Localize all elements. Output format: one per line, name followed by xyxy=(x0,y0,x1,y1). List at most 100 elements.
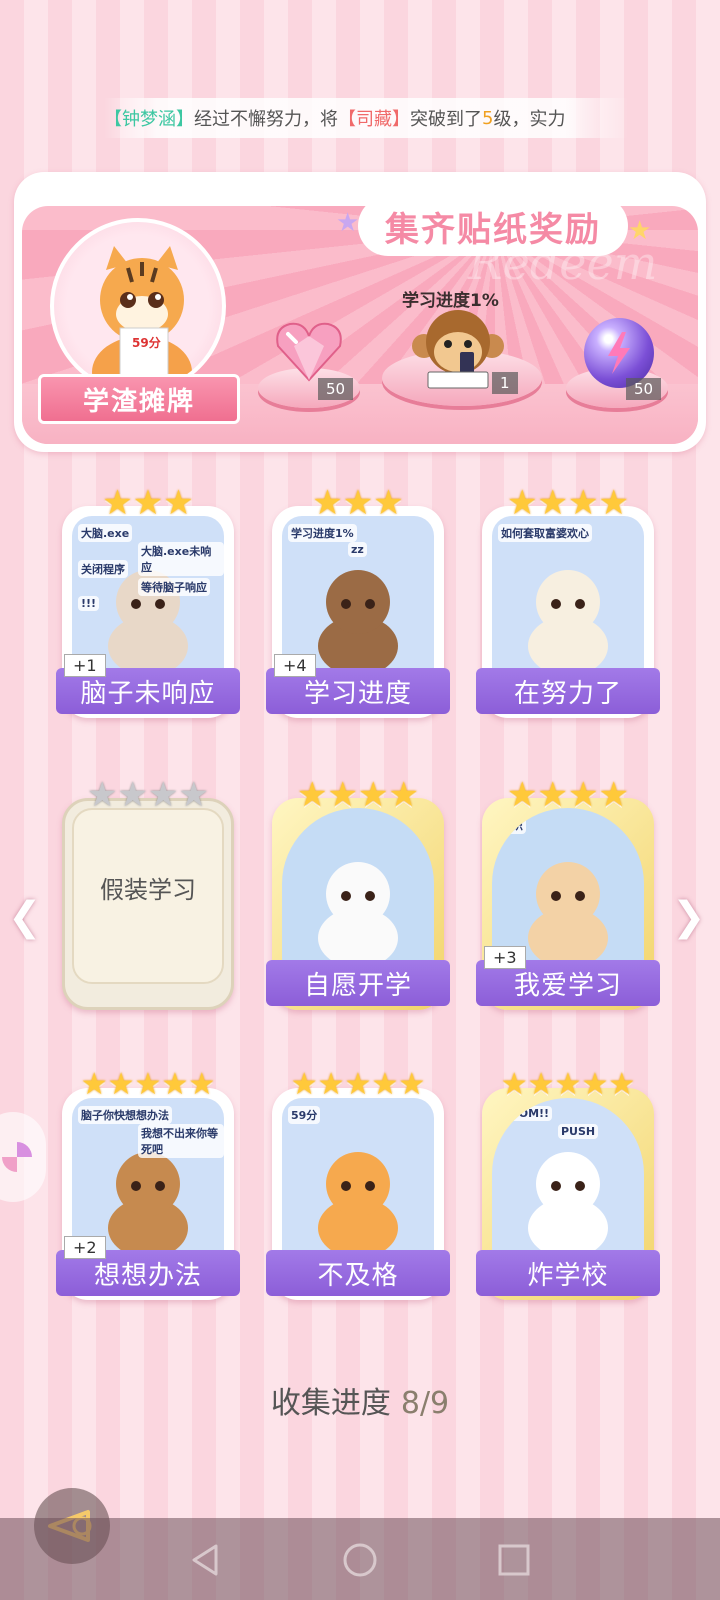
star-icon: ★ xyxy=(178,775,209,815)
star-icon: ★ xyxy=(598,483,629,523)
reward-count: 1 xyxy=(492,372,518,394)
sticker-card[interactable]: 如何套取富婆欢心 在努力了 ★ ★ ★ ★ xyxy=(476,482,660,718)
star-rating: ★ ★ ★ ★ ★ xyxy=(272,1064,444,1102)
duplicate-count-badge: +1 xyxy=(64,654,106,677)
star-icon: ★ xyxy=(297,775,328,815)
star-icon: ★ xyxy=(290,1067,318,1102)
star-icon: ★ xyxy=(188,1067,216,1102)
star-icon: ★ xyxy=(317,1067,345,1102)
sticker-art-text: 等待脑子响应 xyxy=(138,578,210,596)
nav-recent-apps-icon[interactable] xyxy=(494,1540,534,1580)
ticker-bracket: 】 xyxy=(392,109,410,130)
star-icon: ★ xyxy=(342,483,374,523)
sticker-card[interactable]: 大脑.exe 大脑.exe未响应 关闭程序 等待脑子响应!!! 脑子未响应 ★ ★ ★ +1 xyxy=(56,482,240,718)
star-icon: ★ xyxy=(398,1067,426,1102)
collection-progress-value: 8/9 xyxy=(400,1386,450,1421)
next-page-button[interactable]: ❯ xyxy=(672,894,706,940)
sticker-card[interactable]: 学习进度1% zz 学习进度 ★ ★ ★ +4 xyxy=(266,482,450,718)
duplicate-count-badge: +2 xyxy=(64,1236,106,1259)
star-icon: ★ xyxy=(608,1067,636,1102)
star-icon: ★ xyxy=(537,775,568,815)
character-avatar[interactable]: 59分 xyxy=(50,218,226,394)
collection-progress-label: 收集进度 xyxy=(270,1386,391,1421)
sticker-art-text: 学习进度1% xyxy=(288,524,357,542)
star-rating: ★ ★ ★ xyxy=(272,482,444,520)
star-icon: ★ xyxy=(554,1067,582,1102)
star-icon: ★ xyxy=(373,483,404,523)
ticker-bracket: 【 xyxy=(338,109,356,130)
star-icon: ★ xyxy=(598,775,629,815)
star-icon: ★ xyxy=(581,1067,609,1102)
sticker-animal-icon xyxy=(318,862,398,968)
heart-gem-icon[interactable] xyxy=(274,320,344,384)
sticker-art-text: !!! xyxy=(78,596,100,611)
prev-page-button[interactable]: ❮ xyxy=(8,894,42,940)
system-navigation-bar xyxy=(0,1518,720,1600)
star-icon: ★ xyxy=(312,483,343,523)
sticker-art-text: 如何套取富婆欢心 xyxy=(498,524,592,542)
yellow-star-icon: ★ xyxy=(628,216,652,246)
purple-star-icon: ★ xyxy=(336,208,360,238)
sticker-animal-icon xyxy=(318,1152,398,1258)
sticker-art-text: 大脑.exe xyxy=(78,524,133,542)
nav-home-icon[interactable] xyxy=(340,1540,380,1580)
sticker-art-text: 我想不出来你等死吧 xyxy=(138,1124,224,1158)
star-icon: ★ xyxy=(344,1067,372,1102)
ticker-bracket: 】 xyxy=(176,109,194,130)
sticker-label: 炸学校 xyxy=(476,1250,660,1296)
tiger-icon xyxy=(92,246,192,390)
star-icon: ★ xyxy=(163,483,194,523)
sticker-animal-icon xyxy=(528,570,608,676)
star-icon: ★ xyxy=(568,775,599,815)
reward-panel-title: 集齐贴纸奖励 xyxy=(358,196,628,256)
star-icon: ★ xyxy=(87,775,118,815)
star-rating: ★ ★ ★ ★ xyxy=(482,774,654,812)
star-rating: ★ ★ ★ ★ ★ xyxy=(62,1064,234,1102)
score-note: 59分 xyxy=(132,336,161,350)
sticker-card[interactable]: 自愿开学 ★ ★ ★ ★ xyxy=(266,774,450,1010)
ticker-text: 突破到了 xyxy=(410,109,482,130)
star-icon: ★ xyxy=(358,775,389,815)
star-rating: ★ ★ ★ xyxy=(62,482,234,520)
duplicate-count-badge: +4 xyxy=(274,654,316,677)
sticker-card[interactable]: 假装学习 ★ ★ ★ ★ xyxy=(62,774,234,1010)
sticker-card[interactable]: BOOM!! PUSH 炸学校 ★ ★ ★ ★ ★ xyxy=(476,1064,660,1300)
star-icon: ★ xyxy=(80,1067,108,1102)
sticker-art-text: PUSH xyxy=(558,1124,599,1139)
star-icon: ★ xyxy=(148,775,179,815)
star-icon: ★ xyxy=(327,775,358,815)
star-icon: ★ xyxy=(117,775,148,815)
reward-count: 50 xyxy=(626,378,662,400)
ticker-player-name: 钟梦涵 xyxy=(122,109,176,130)
sticker-art-text: 59分 xyxy=(288,1106,321,1124)
star-icon: ★ xyxy=(371,1067,399,1102)
side-float-button[interactable] xyxy=(0,1112,46,1202)
star-rating: ★ ★ ★ ★ xyxy=(62,774,234,812)
star-icon: ★ xyxy=(507,775,538,815)
ticker-bracket: 【 xyxy=(104,109,122,130)
star-icon: ★ xyxy=(500,1067,528,1102)
star-icon: ★ xyxy=(102,483,133,523)
ticker-text: 级，实力 xyxy=(493,109,566,130)
star-icon: ★ xyxy=(107,1067,135,1102)
character-name-ribbon: 学渣摊牌 xyxy=(38,374,240,424)
star-rating: ★ ★ ★ ★ ★ xyxy=(482,1064,654,1102)
sticker-card[interactable]: 59分 不及格 ★ ★ ★ ★ ★ xyxy=(266,1064,450,1300)
sticker-card[interactable]: 知识 我爱学习 ★ ★ ★ ★ +3 xyxy=(476,774,660,1010)
ticker-text: 经过不懈努力，将 xyxy=(194,109,338,130)
sticker-art-text: 脑子你快想想办法 xyxy=(78,1106,172,1124)
sticker-label: 自愿开学 xyxy=(266,960,450,1006)
sticker-art-text: 知识 xyxy=(498,816,526,834)
sticker-art-text: zz xyxy=(348,542,367,557)
star-icon: ★ xyxy=(568,483,599,523)
duplicate-count-badge: +3 xyxy=(484,946,526,969)
sticker-art-text: BOOM!! xyxy=(498,1106,553,1121)
featured-caption: 学习进度1% xyxy=(402,291,499,311)
sticker-art-text: 大脑.exe未响应 xyxy=(138,542,224,576)
star-icon: ★ xyxy=(527,1067,555,1102)
sticker-art: BOOM!! PUSH xyxy=(492,1098,644,1274)
nav-back-icon[interactable] xyxy=(186,1540,226,1580)
sticker-card[interactable]: 脑子你快想想办法 我想不出来你等死吧 想想办法 ★ ★ ★ ★ ★ +2 xyxy=(56,1064,240,1300)
sticker-art-text: 关闭程序 xyxy=(78,560,128,578)
ticker-level: 5 xyxy=(482,107,494,129)
